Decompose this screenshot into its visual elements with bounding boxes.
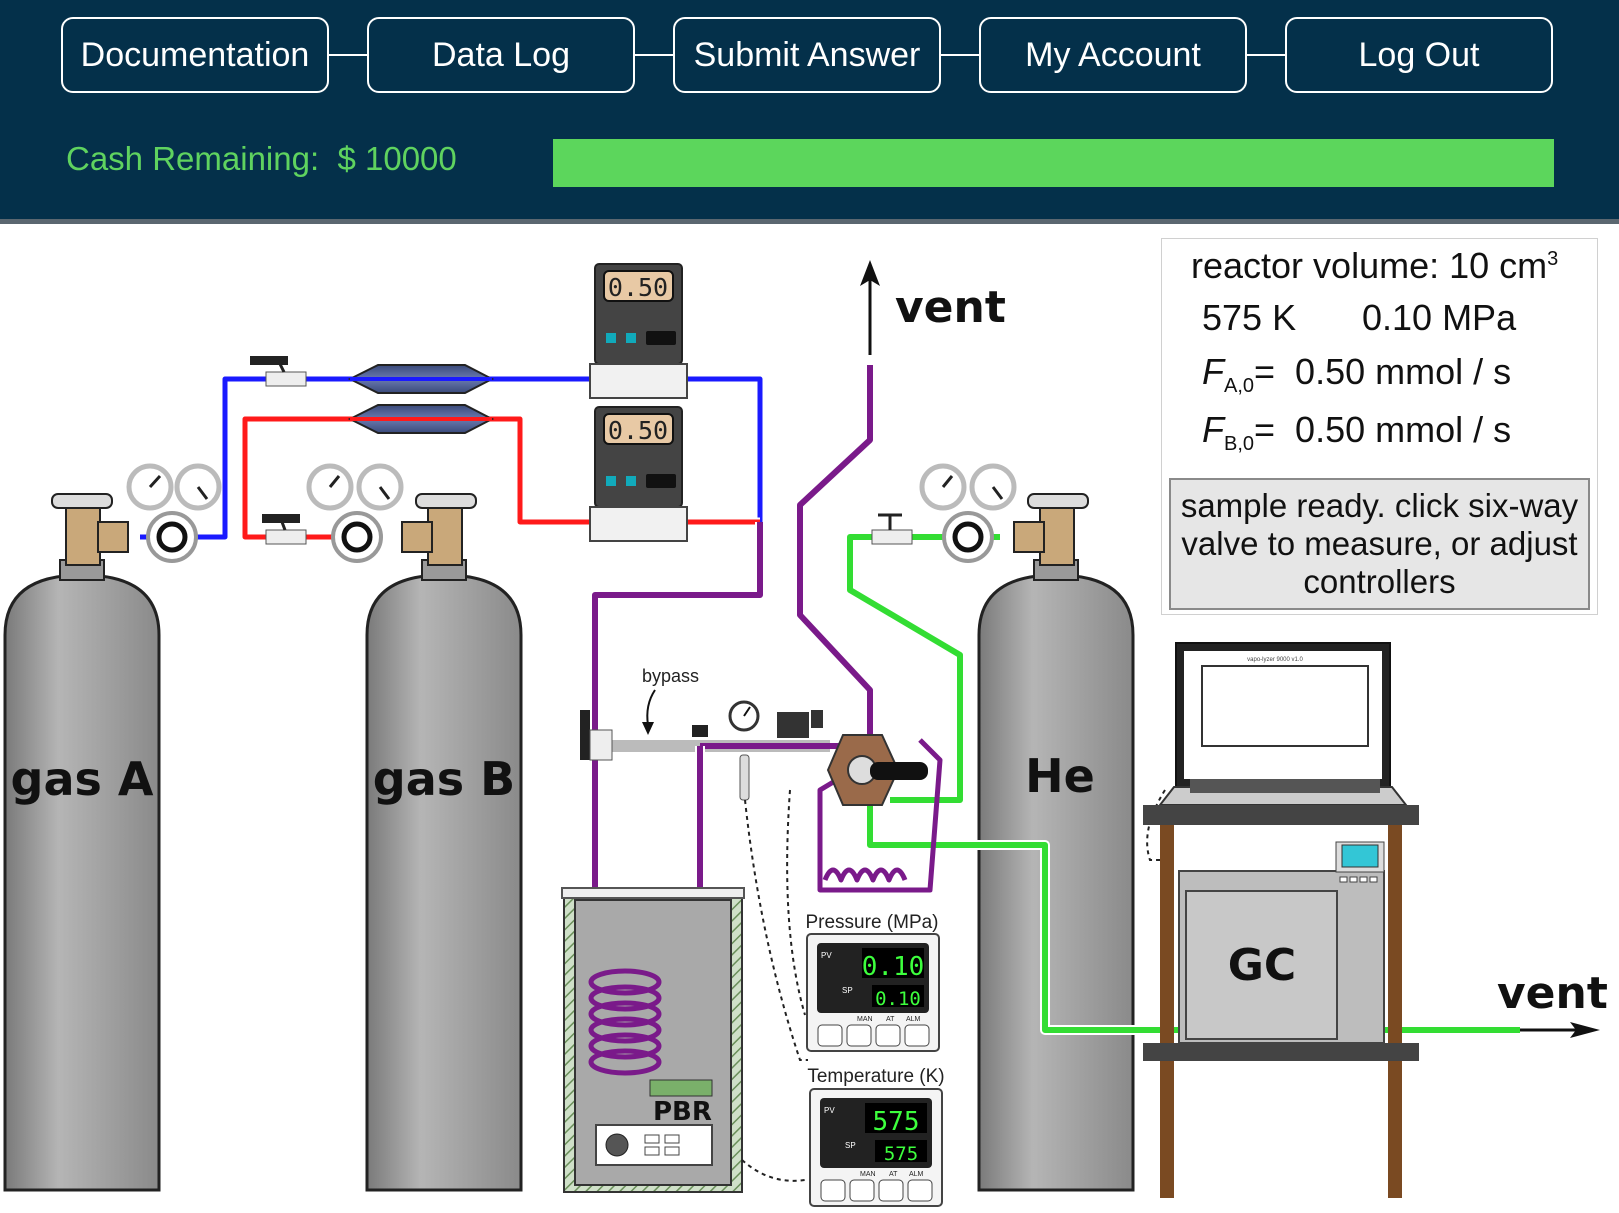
gas-b-mass-flow-controller[interactable]: 0.50 — [589, 406, 688, 542]
gas-b-regulator[interactable] — [306, 463, 404, 563]
svg-text:ALM: ALM — [906, 1016, 921, 1023]
gas-a-cylinder — [3, 493, 161, 1192]
temperature-sp-readout: 575 — [884, 1143, 918, 1165]
pressure-sp-readout: 0.10 — [875, 988, 921, 1010]
he-label: He — [1025, 749, 1095, 803]
pressure-gauge — [728, 700, 760, 732]
temperature-controller-title: Temperature (K) — [807, 1066, 944, 1087]
fb0-line: FB,0= 0.50 mmol / s — [1202, 409, 1512, 456]
pbr-label: PBR — [653, 1097, 712, 1127]
cash-remaining-bar — [553, 139, 1554, 187]
pressure-value: 0.10 MPa — [1362, 297, 1517, 338]
gas-b-label: gas B — [373, 752, 515, 806]
temperature-value: 575 K — [1202, 297, 1297, 338]
my-account-button[interactable]: My Account — [979, 17, 1247, 93]
nav-connector — [329, 54, 367, 56]
gas-a-label: gas A — [11, 752, 154, 806]
pressure-controller-title: Pressure (MPa) — [805, 912, 938, 933]
six-way-valve[interactable] — [826, 734, 928, 806]
submit-answer-button[interactable]: Submit Answer — [673, 17, 941, 93]
svg-text:SP: SP — [842, 986, 853, 995]
right-vent-arrow — [1520, 1022, 1600, 1038]
documentation-button[interactable]: Documentation — [61, 17, 329, 93]
pressure-transducer — [739, 754, 750, 801]
pressure-pv-readout: 0.10 — [862, 952, 925, 982]
laptop[interactable]: vapo-lyzer 9000 v1.0 — [1157, 642, 1409, 806]
temperature-pv-readout: 575 — [873, 1107, 920, 1137]
svg-text:PV: PV — [821, 951, 832, 960]
gc-label: GC — [1228, 940, 1296, 991]
data-log-button[interactable]: Data Log — [367, 17, 635, 93]
top-vent-label: vent — [895, 282, 1006, 333]
helium-shutoff-valve[interactable] — [871, 513, 913, 545]
svg-text:ALM: ALM — [909, 1171, 924, 1178]
gas-a-regulator[interactable] — [126, 463, 222, 563]
bypass-label: bypass — [642, 666, 699, 686]
reactor-valve[interactable] — [692, 725, 708, 737]
gas-b-flow-display: 0.50 — [608, 416, 668, 445]
svg-text:MAN: MAN — [857, 1016, 873, 1023]
svg-text:SP: SP — [845, 1141, 856, 1150]
svg-text:MAN: MAN — [860, 1171, 876, 1178]
fa0-line: FA,0= 0.50 mmol / s — [1202, 351, 1512, 398]
gas-b-shutoff-valve[interactable] — [262, 514, 307, 545]
top-nav-bar: Documentation Data Log Submit Answer My … — [0, 0, 1619, 219]
gas-b-cylinder — [365, 493, 523, 1192]
top-vent-arrow — [860, 260, 880, 355]
svg-text:PV: PV — [824, 1106, 835, 1115]
nav-connector — [635, 54, 673, 56]
vent-line — [797, 365, 873, 745]
right-vent-label: vent — [1497, 968, 1608, 1019]
conditions-panel: reactor volume: 10 cm3 575 K 0.10 MPa FA… — [1161, 238, 1598, 615]
svg-text:AT: AT — [889, 1171, 898, 1178]
svg-text:AT: AT — [886, 1016, 895, 1023]
nav-connector — [1247, 54, 1285, 56]
temperature-controller[interactable]: PV 575 SP 575 MAN AT ALM — [809, 1088, 943, 1207]
nav-connector — [941, 54, 979, 56]
status-message: sample ready. click six-way valve to mea… — [1169, 478, 1590, 610]
pressure-controller[interactable]: PV 0.10 SP 0.10 MAN AT ALM — [806, 933, 940, 1052]
gas-a-mass-flow-controller[interactable]: 0.50 — [589, 263, 688, 399]
gas-a-flow-display: 0.50 — [608, 273, 668, 302]
cash-remaining-label: Cash Remaining: $ 10000 — [66, 140, 457, 177]
laptop-app-title: vapo-lyzer 9000 v1.0 — [1247, 657, 1303, 663]
log-out-button[interactable]: Log Out — [1285, 17, 1553, 93]
helium-regulator[interactable] — [919, 463, 1017, 563]
reactor-volume-line: reactor volume: 10 cm3 — [1191, 245, 1559, 286]
back-pressure-regulator[interactable] — [777, 710, 823, 738]
